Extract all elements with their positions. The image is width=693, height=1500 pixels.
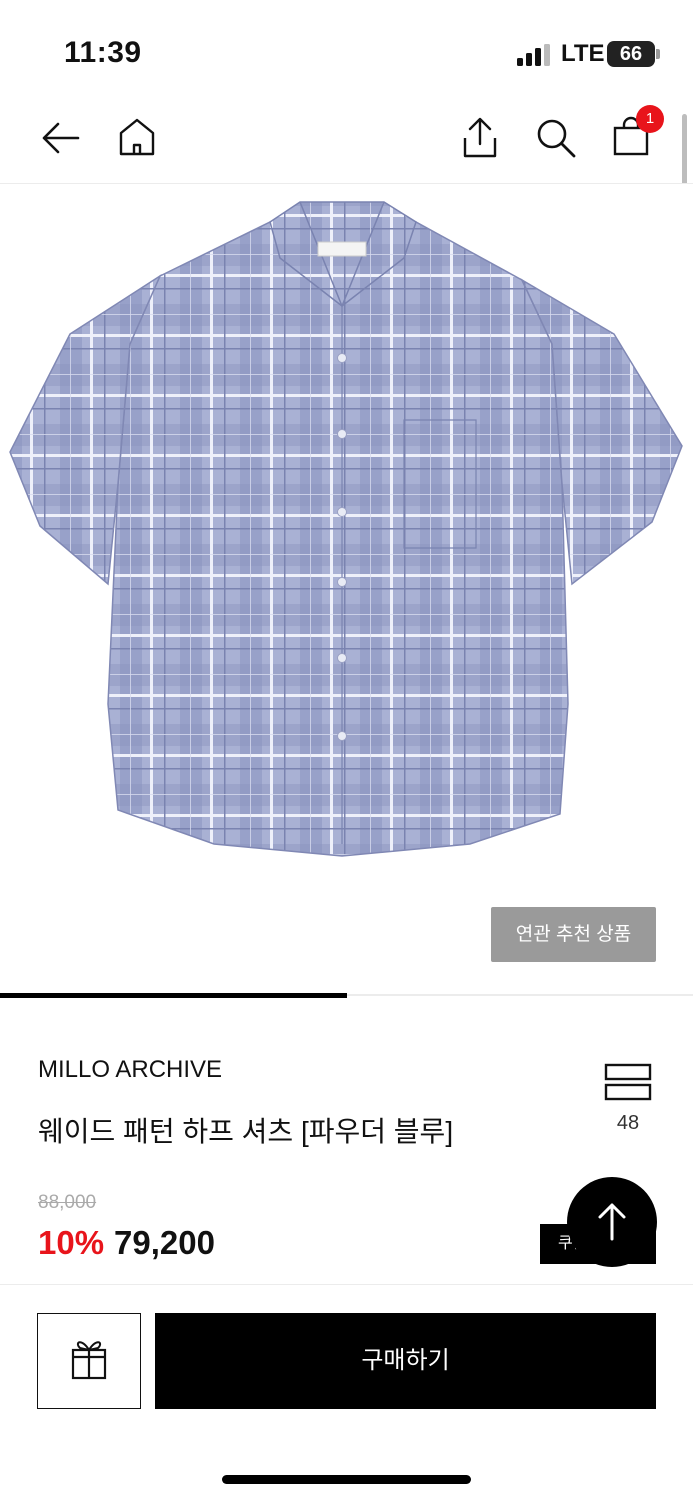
gallery-progress-fill <box>0 993 347 998</box>
product-title: 웨이드 패턴 하프 셔츠 [파우더 블루] <box>38 1116 454 1147</box>
gift-icon <box>71 1341 107 1380</box>
status-time: 11:39 <box>64 36 142 69</box>
original-price: 88,000 <box>38 1192 97 1213</box>
brand-name[interactable]: MILLO ARCHIVE <box>38 1056 222 1084</box>
search-icon[interactable] <box>534 116 578 160</box>
battery-level: 66 <box>619 43 643 65</box>
sale-price: 79,200 <box>114 1224 215 1261</box>
cart-count-badge: 1 <box>636 105 664 133</box>
scroll-top-button[interactable] <box>567 1177 657 1267</box>
back-arrow-icon[interactable] <box>38 116 82 160</box>
battery-cap <box>656 49 660 59</box>
share-icon[interactable] <box>458 116 502 160</box>
home-indicator[interactable] <box>222 1475 471 1484</box>
arrow-up-icon <box>598 1203 626 1241</box>
product-image[interactable] <box>0 184 693 990</box>
bottom-bar-divider <box>0 1284 693 1285</box>
network-label: LTE <box>561 40 605 67</box>
gift-button[interactable] <box>37 1313 141 1409</box>
home-icon[interactable] <box>115 116 159 160</box>
discount-rate: 10% <box>38 1224 105 1261</box>
battery-icon: 66 <box>607 41 655 67</box>
related-products-button[interactable]: 연관 추천 상품 <box>491 907 656 962</box>
buy-button[interactable]: 구매하기 <box>155 1313 656 1409</box>
wishlist-count: 48 <box>616 1112 640 1134</box>
wishlist-icon[interactable] <box>604 1062 652 1102</box>
signal-icon <box>517 44 550 66</box>
